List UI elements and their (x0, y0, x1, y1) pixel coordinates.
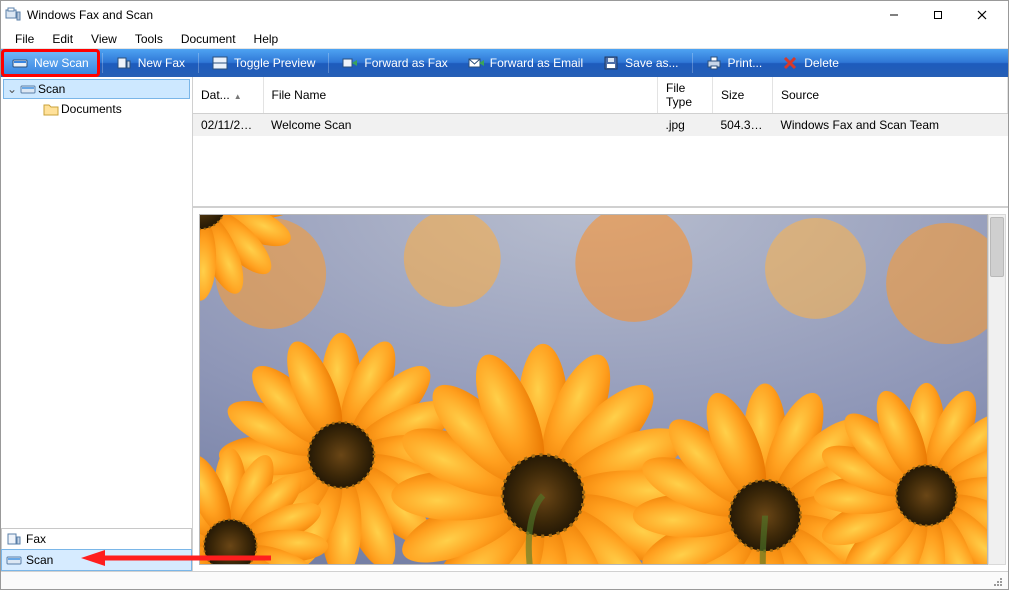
toolbar-separator (102, 53, 103, 73)
mode-fax-label: Fax (26, 532, 46, 546)
col-date[interactable]: Dat...▲ (193, 77, 263, 114)
scanner-icon (12, 55, 28, 71)
scan-list[interactable]: Dat...▲ File Name File Type Size Source … (193, 77, 1008, 207)
window-title: Windows Fax and Scan (27, 8, 153, 22)
scanner-icon (6, 553, 22, 567)
toggle-preview-label: Toggle Preview (234, 56, 315, 70)
col-filetype[interactable]: File Type (658, 77, 713, 114)
col-filename[interactable]: File Name (263, 77, 658, 114)
app-icon (5, 7, 21, 23)
fax-icon (116, 55, 132, 71)
menu-tools[interactable]: Tools (127, 30, 171, 48)
fax-icon (6, 532, 22, 546)
cell-filetype: .jpg (658, 114, 713, 137)
menu-file[interactable]: File (7, 30, 42, 48)
sort-asc-icon: ▲ (234, 92, 242, 101)
mode-scan[interactable]: Scan (1, 549, 192, 571)
tree-label: Documents (61, 102, 122, 116)
tree-node-scan[interactable]: ⌄ Scan (3, 79, 190, 99)
print-label: Print... (728, 56, 763, 70)
folder-icon (43, 102, 59, 116)
tree-node-documents[interactable]: Documents (3, 99, 190, 119)
status-bar (1, 571, 1008, 589)
save-as-label: Save as... (625, 56, 678, 70)
menu-edit[interactable]: Edit (44, 30, 81, 48)
print-button[interactable]: Print... (697, 51, 772, 75)
cell-filename: Welcome Scan (263, 114, 658, 137)
menubar: File Edit View Tools Document Help (1, 29, 1008, 49)
preview-icon (212, 55, 228, 71)
preview-scrollbar[interactable] (988, 214, 1006, 565)
toolbar-separator (692, 53, 693, 73)
menu-document[interactable]: Document (173, 30, 244, 48)
delete-label: Delete (804, 56, 839, 70)
titlebar: Windows Fax and Scan (1, 1, 1008, 29)
resize-grip-icon[interactable] (990, 574, 1004, 588)
folder-tree[interactable]: ⌄ Scan Documents (1, 77, 192, 528)
mode-scan-label: Scan (26, 553, 53, 567)
scanner-icon (20, 82, 36, 96)
close-button[interactable] (960, 1, 1004, 29)
col-size[interactable]: Size (713, 77, 773, 114)
toggle-preview-button[interactable]: Toggle Preview (203, 51, 324, 75)
chevron-down-icon[interactable]: ⌄ (6, 82, 18, 96)
toolbar: New Scan New Fax Toggle Preview Forward … (1, 49, 1008, 77)
sidebar: ⌄ Scan Documents Fax Scan (1, 77, 193, 571)
cell-source: Windows Fax and Scan Team (773, 114, 1008, 137)
toolbar-separator (328, 53, 329, 73)
printer-icon (706, 55, 722, 71)
list-empty-area (193, 136, 1008, 206)
preview-image (199, 214, 988, 565)
column-headers[interactable]: Dat...▲ File Name File Type Size Source (193, 77, 1008, 114)
scrollbar-thumb[interactable] (990, 217, 1004, 277)
forward-fax-icon (342, 55, 358, 71)
menu-help[interactable]: Help (246, 30, 287, 48)
new-scan-button[interactable]: New Scan (3, 51, 98, 75)
save-icon (603, 55, 619, 71)
menu-view[interactable]: View (83, 30, 125, 48)
table-row[interactable]: 02/11/20... Welcome Scan .jpg 504.3 KB W… (193, 114, 1008, 137)
cell-date: 02/11/20... (193, 114, 263, 137)
new-fax-label: New Fax (138, 56, 185, 70)
save-as-button[interactable]: Save as... (594, 51, 687, 75)
forward-email-button[interactable]: Forward as Email (459, 51, 592, 75)
minimize-button[interactable] (872, 1, 916, 29)
sidebar-mode-switcher: Fax Scan (1, 528, 192, 571)
delete-icon (782, 55, 798, 71)
forward-email-label: Forward as Email (490, 56, 583, 70)
mode-fax[interactable]: Fax (1, 528, 192, 550)
tree-label: Scan (38, 82, 65, 96)
maximize-button[interactable] (916, 1, 960, 29)
body: ⌄ Scan Documents Fax Scan (1, 77, 1008, 571)
preview-area (193, 207, 1008, 571)
delete-button[interactable]: Delete (773, 51, 848, 75)
content: Dat...▲ File Name File Type Size Source … (193, 77, 1008, 571)
forward-fax-button[interactable]: Forward as Fax (333, 51, 456, 75)
new-scan-label: New Scan (34, 56, 89, 70)
col-source[interactable]: Source (773, 77, 1008, 114)
toolbar-separator (198, 53, 199, 73)
new-fax-button[interactable]: New Fax (107, 51, 194, 75)
forward-fax-label: Forward as Fax (364, 56, 447, 70)
forward-email-icon (468, 55, 484, 71)
app-window: Windows Fax and Scan File Edit View Tool… (0, 0, 1009, 590)
cell-size: 504.3 KB (713, 114, 773, 137)
